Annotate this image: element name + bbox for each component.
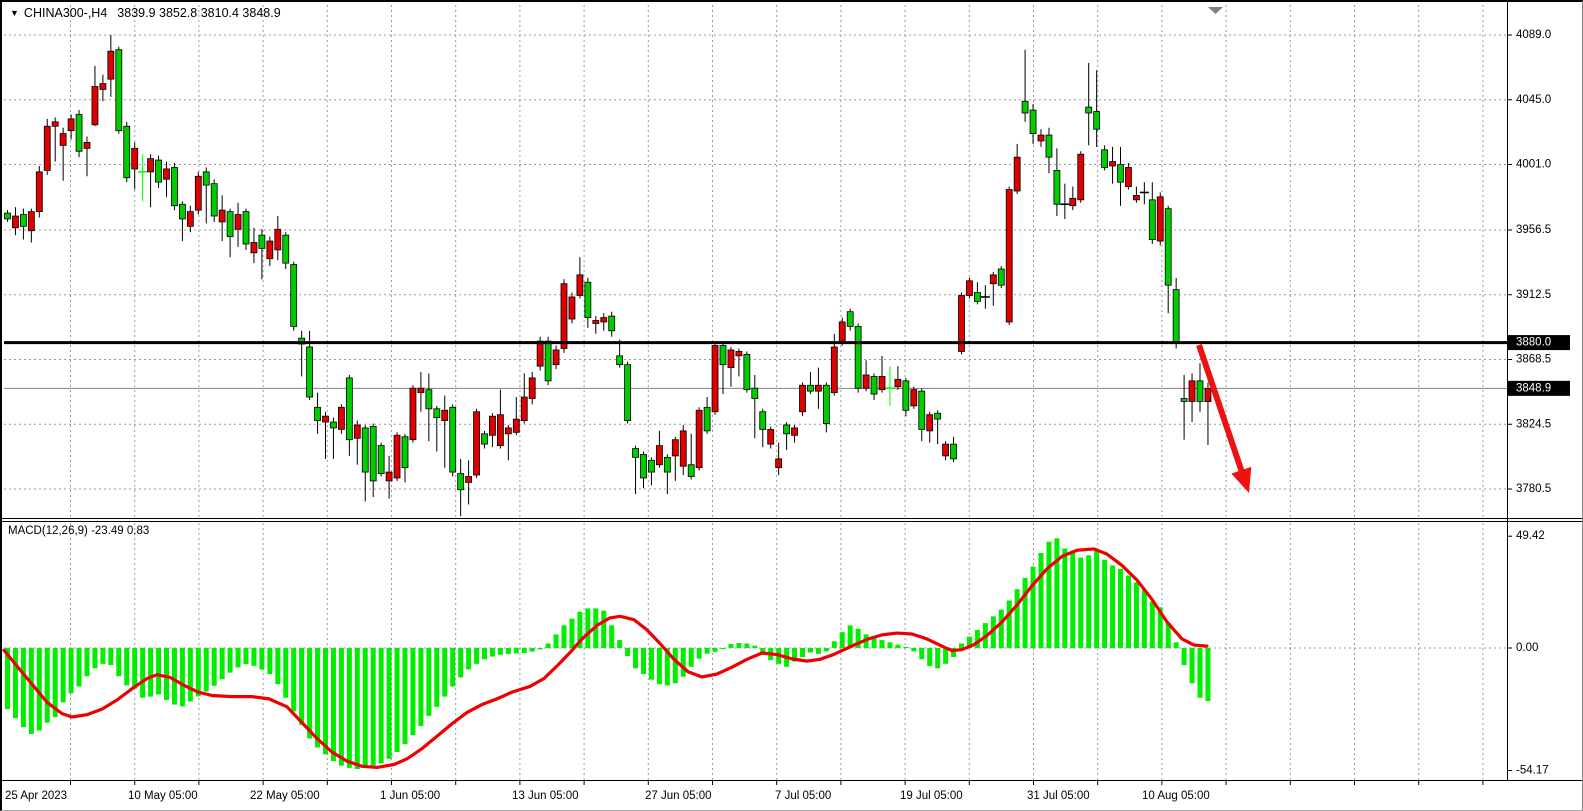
- chart-window: 4089.0 4045.0 4001.0 3956.5 3912.5 3868.5 3824…: [0, 0, 1583, 811]
- svg-text:0.00: 0.00: [1516, 642, 1538, 654]
- time-axis: 25 Apr 2023 10 May 05:00 22 May 05:00 1 Jun…: [5, 781, 1483, 802]
- svg-text:-54.17: -54.17: [1516, 765, 1549, 777]
- svg-text:3956.5: 3956.5: [1516, 224, 1551, 236]
- svg-text:13 Jun 05:00: 13 Jun 05:00: [512, 790, 579, 802]
- svg-text:4001.0: 4001.0: [1516, 159, 1551, 171]
- svg-text:3780.5: 3780.5: [1516, 483, 1551, 495]
- chart-symbol-timeframe: CHINA300-,H4: [24, 6, 107, 20]
- chart-title-bar: ▼ CHINA300-,H4 3839.9 3852.8 3810.4 3848.9: [10, 6, 281, 20]
- svg-text:3824.5: 3824.5: [1516, 418, 1551, 430]
- svg-text:3868.5: 3868.5: [1516, 354, 1551, 366]
- macd-indicator-label: MACD(12,26,9) -23.49 0.83: [8, 525, 149, 537]
- chart-canvas[interactable]: 4089.0 4045.0 4001.0 3956.5 3912.5 3868.5 3824…: [2, 2, 1583, 811]
- svg-text:22 May 05:00: 22 May 05:00: [250, 790, 320, 802]
- symbol-dropdown-icon[interactable]: ▼: [10, 8, 19, 18]
- svg-text:49.42: 49.42: [1516, 530, 1545, 542]
- svg-text:3880.0: 3880.0: [1516, 337, 1551, 349]
- svg-text:4089.0: 4089.0: [1516, 29, 1551, 41]
- svg-text:10 Aug 05:00: 10 Aug 05:00: [1142, 790, 1210, 802]
- sell-arrow[interactable]: [1199, 345, 1251, 493]
- svg-text:4045.0: 4045.0: [1516, 94, 1551, 106]
- resistance-price-label: 3880.0: [1508, 335, 1570, 350]
- svg-text:31 Jul 05:00: 31 Jul 05:00: [1027, 790, 1090, 802]
- svg-text:27 Jun 05:00: 27 Jun 05:00: [645, 790, 712, 802]
- macd-histogram: [5, 538, 1210, 769]
- svg-text:19 Jul 05:00: 19 Jul 05:00: [900, 790, 963, 802]
- bid-price-label: 3848.9: [1508, 381, 1570, 396]
- price-axis: 4089.0 4045.0 4001.0 3956.5 3912.5 3868.5 3824…: [1507, 29, 1570, 777]
- svg-text:7 Jul 05:00: 7 Jul 05:00: [775, 790, 831, 802]
- chart-ohlc-values: 3839.9 3852.8 3810.4 3848.9: [117, 6, 280, 20]
- candlestick-series: [5, 35, 1211, 516]
- svg-text:1 Jun 05:00: 1 Jun 05:00: [380, 790, 440, 802]
- svg-text:3912.5: 3912.5: [1516, 289, 1551, 301]
- svg-text:3848.9: 3848.9: [1516, 382, 1551, 394]
- svg-text:10 May 05:00: 10 May 05:00: [128, 790, 198, 802]
- svg-text:25 Apr 2023: 25 Apr 2023: [5, 790, 67, 802]
- chart-shift-icon[interactable]: [1208, 7, 1223, 14]
